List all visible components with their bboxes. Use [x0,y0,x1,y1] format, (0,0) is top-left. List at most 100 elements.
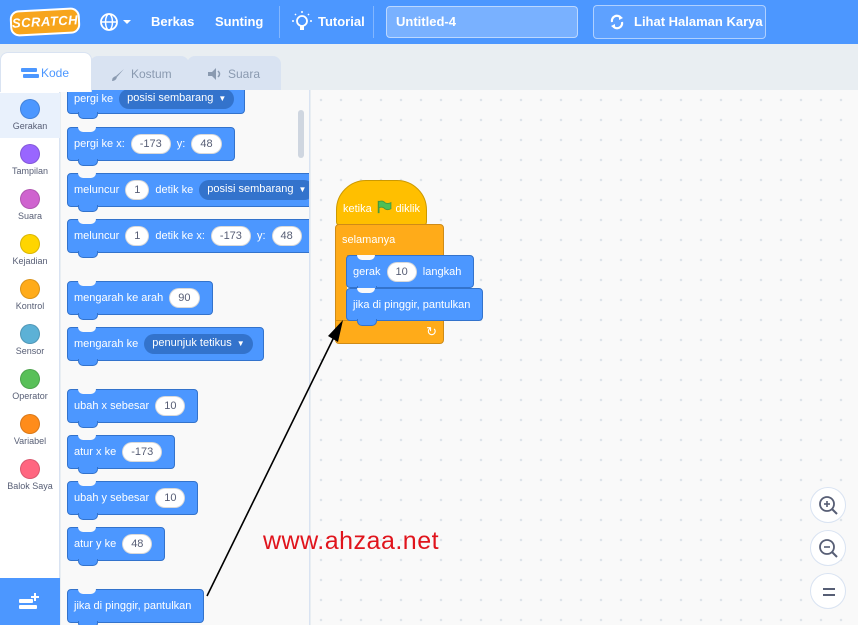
zoom-in-button[interactable] [810,487,846,523]
category-label: Operator [12,391,48,401]
set-x-block[interactable]: atur x ke -173 [67,435,176,474]
category-label: Sensor [15,346,45,356]
goto-block[interactable]: pergi ke posisi sembarang ▼ [67,90,246,119]
block-text: y: [176,138,186,150]
block-text: pergi ke x: [74,138,125,150]
code-icon [21,68,39,78]
category-label: Suara [17,211,43,221]
direction-input[interactable]: 90 [169,288,200,308]
goto-target-dropdown[interactable]: posisi sembarang ▼ [119,90,235,109]
value-input[interactable]: 10 [155,488,186,508]
brush-icon [112,69,124,81]
block-text: ketika [343,203,372,215]
bounce-block[interactable]: jika di pinggir, pantulkan [67,589,205,625]
scratch-logo[interactable]: SCRATCH [9,7,81,37]
caret-down-icon: ▼ [298,185,307,194]
goto-xy-block[interactable]: pergi ke x: -173 y: 48 [67,127,235,166]
block-text: detik ke [155,184,194,196]
add-extension-button[interactable] [0,578,60,625]
bounce-on-edge-block[interactable]: jika di pinggir, pantulkan [346,288,484,326]
loop-arrow-icon: ↻ [426,324,437,339]
block-text: selamanya [342,234,396,246]
block-text: mengarah ke arah [74,292,164,304]
glide-xy-block[interactable]: meluncur 1 detik ke x: -173 y: 48 [67,219,309,258]
category-dot [20,234,40,254]
towards-dropdown[interactable]: penunjuk tetikus ▼ [144,334,253,354]
category-operators[interactable]: Operator [0,363,60,408]
menu-bar: SCRATCH Berkas Sunting Tutorial Untitled… [0,0,858,44]
menu-divider [279,6,280,38]
equals-icon [823,588,835,596]
when-flag-clicked-block[interactable]: ketika diklik [336,180,427,226]
category-control[interactable]: Kontrol [0,273,60,318]
category-sensing[interactable]: Sensor [0,318,60,363]
block-text: jika di pinggir, pantulkan [353,298,471,311]
palette-scrollbar[interactable] [298,110,304,158]
x-input[interactable]: -173 [130,134,171,154]
zoom-out-icon [819,539,838,558]
category-motion[interactable]: Gerakan [0,93,60,138]
category-events[interactable]: Kejadian [0,228,60,273]
glide-block[interactable]: meluncur 1 detik ke posisi sembarang ▼ [67,173,309,212]
edit-menu[interactable]: Sunting [215,0,263,44]
secs-input[interactable]: 1 [125,226,150,246]
category-dot [20,414,40,434]
project-title-input[interactable]: Untitled-4 [386,6,578,38]
category-dot [20,99,40,119]
value-input[interactable]: 48 [122,534,153,554]
forever-block-footer: ↻ [335,320,444,344]
tab-label: Suara [228,67,261,81]
watermark-text: www.ahzaa.net [263,527,440,555]
block-text: langkah [422,265,462,278]
glide-target-dropdown[interactable]: posisi sembarang ▼ [199,180,309,200]
editor-tabs: Kode Kostum Suara [0,44,310,92]
category-label: Kejadian [12,256,48,266]
see-project-label: Lihat Halaman Karya [634,14,763,29]
language-button[interactable] [98,10,134,34]
dropdown-value: posisi sembarang [127,92,214,104]
zoom-in-icon [819,496,838,515]
forever-block[interactable]: selamanya [335,224,444,256]
y-input[interactable]: 48 [271,226,302,246]
category-dot [20,459,40,479]
extension-icon [19,593,39,609]
value-input[interactable]: 10 [155,396,186,416]
category-sound[interactable]: Suara [0,183,60,228]
move-steps-block[interactable]: gerak 10 langkah [346,255,475,293]
zoom-out-button[interactable] [810,530,846,566]
tutorial-menu[interactable]: Tutorial [318,0,365,44]
dropdown-value: penunjuk tetikus [152,337,232,349]
block-text: ubah y sebesar [74,492,150,504]
tab-code[interactable]: Kode [0,52,92,92]
point-towards-block[interactable]: mengarah ke penunjuk tetikus ▼ [67,327,264,366]
block-text: ubah x sebesar [74,400,150,412]
category-variables[interactable]: Variabel [0,408,60,453]
category-my-blocks[interactable]: Balok Saya [0,453,60,498]
block-text: pergi ke [74,93,114,105]
category-looks[interactable]: Tampilan [0,138,60,183]
change-y-block[interactable]: ubah y sebesar 10 [67,481,199,520]
category-label: Tampilan [11,166,49,176]
point-direction-block[interactable]: mengarah ke arah 90 [67,281,213,320]
category-dot [20,189,40,209]
see-project-page-button[interactable]: Lihat Halaman Karya [593,5,766,39]
block-text: atur x ke [74,446,117,458]
tab-costumes[interactable]: Kostum [90,56,189,92]
secs-input[interactable]: 1 [125,180,150,200]
zoom-reset-button[interactable] [810,573,846,609]
change-x-block[interactable]: ubah x sebesar 10 [67,389,199,428]
caret-down-icon: ▼ [236,339,245,348]
dropdown-value: posisi sembarang [207,183,294,195]
file-menu[interactable]: Berkas [151,0,194,44]
value-input[interactable]: -173 [122,442,163,462]
block-text: detik ke x: [155,230,205,242]
steps-input[interactable]: 10 [386,261,417,282]
globe-icon [100,13,131,31]
set-y-block[interactable]: atur y ke 48 [67,527,166,566]
block-text: meluncur [74,230,120,242]
tab-sounds[interactable]: Suara [187,56,281,92]
block-text: meluncur [74,184,120,196]
x-input[interactable]: -173 [210,226,251,246]
y-input[interactable]: 48 [191,134,222,154]
category-dot [20,324,40,344]
